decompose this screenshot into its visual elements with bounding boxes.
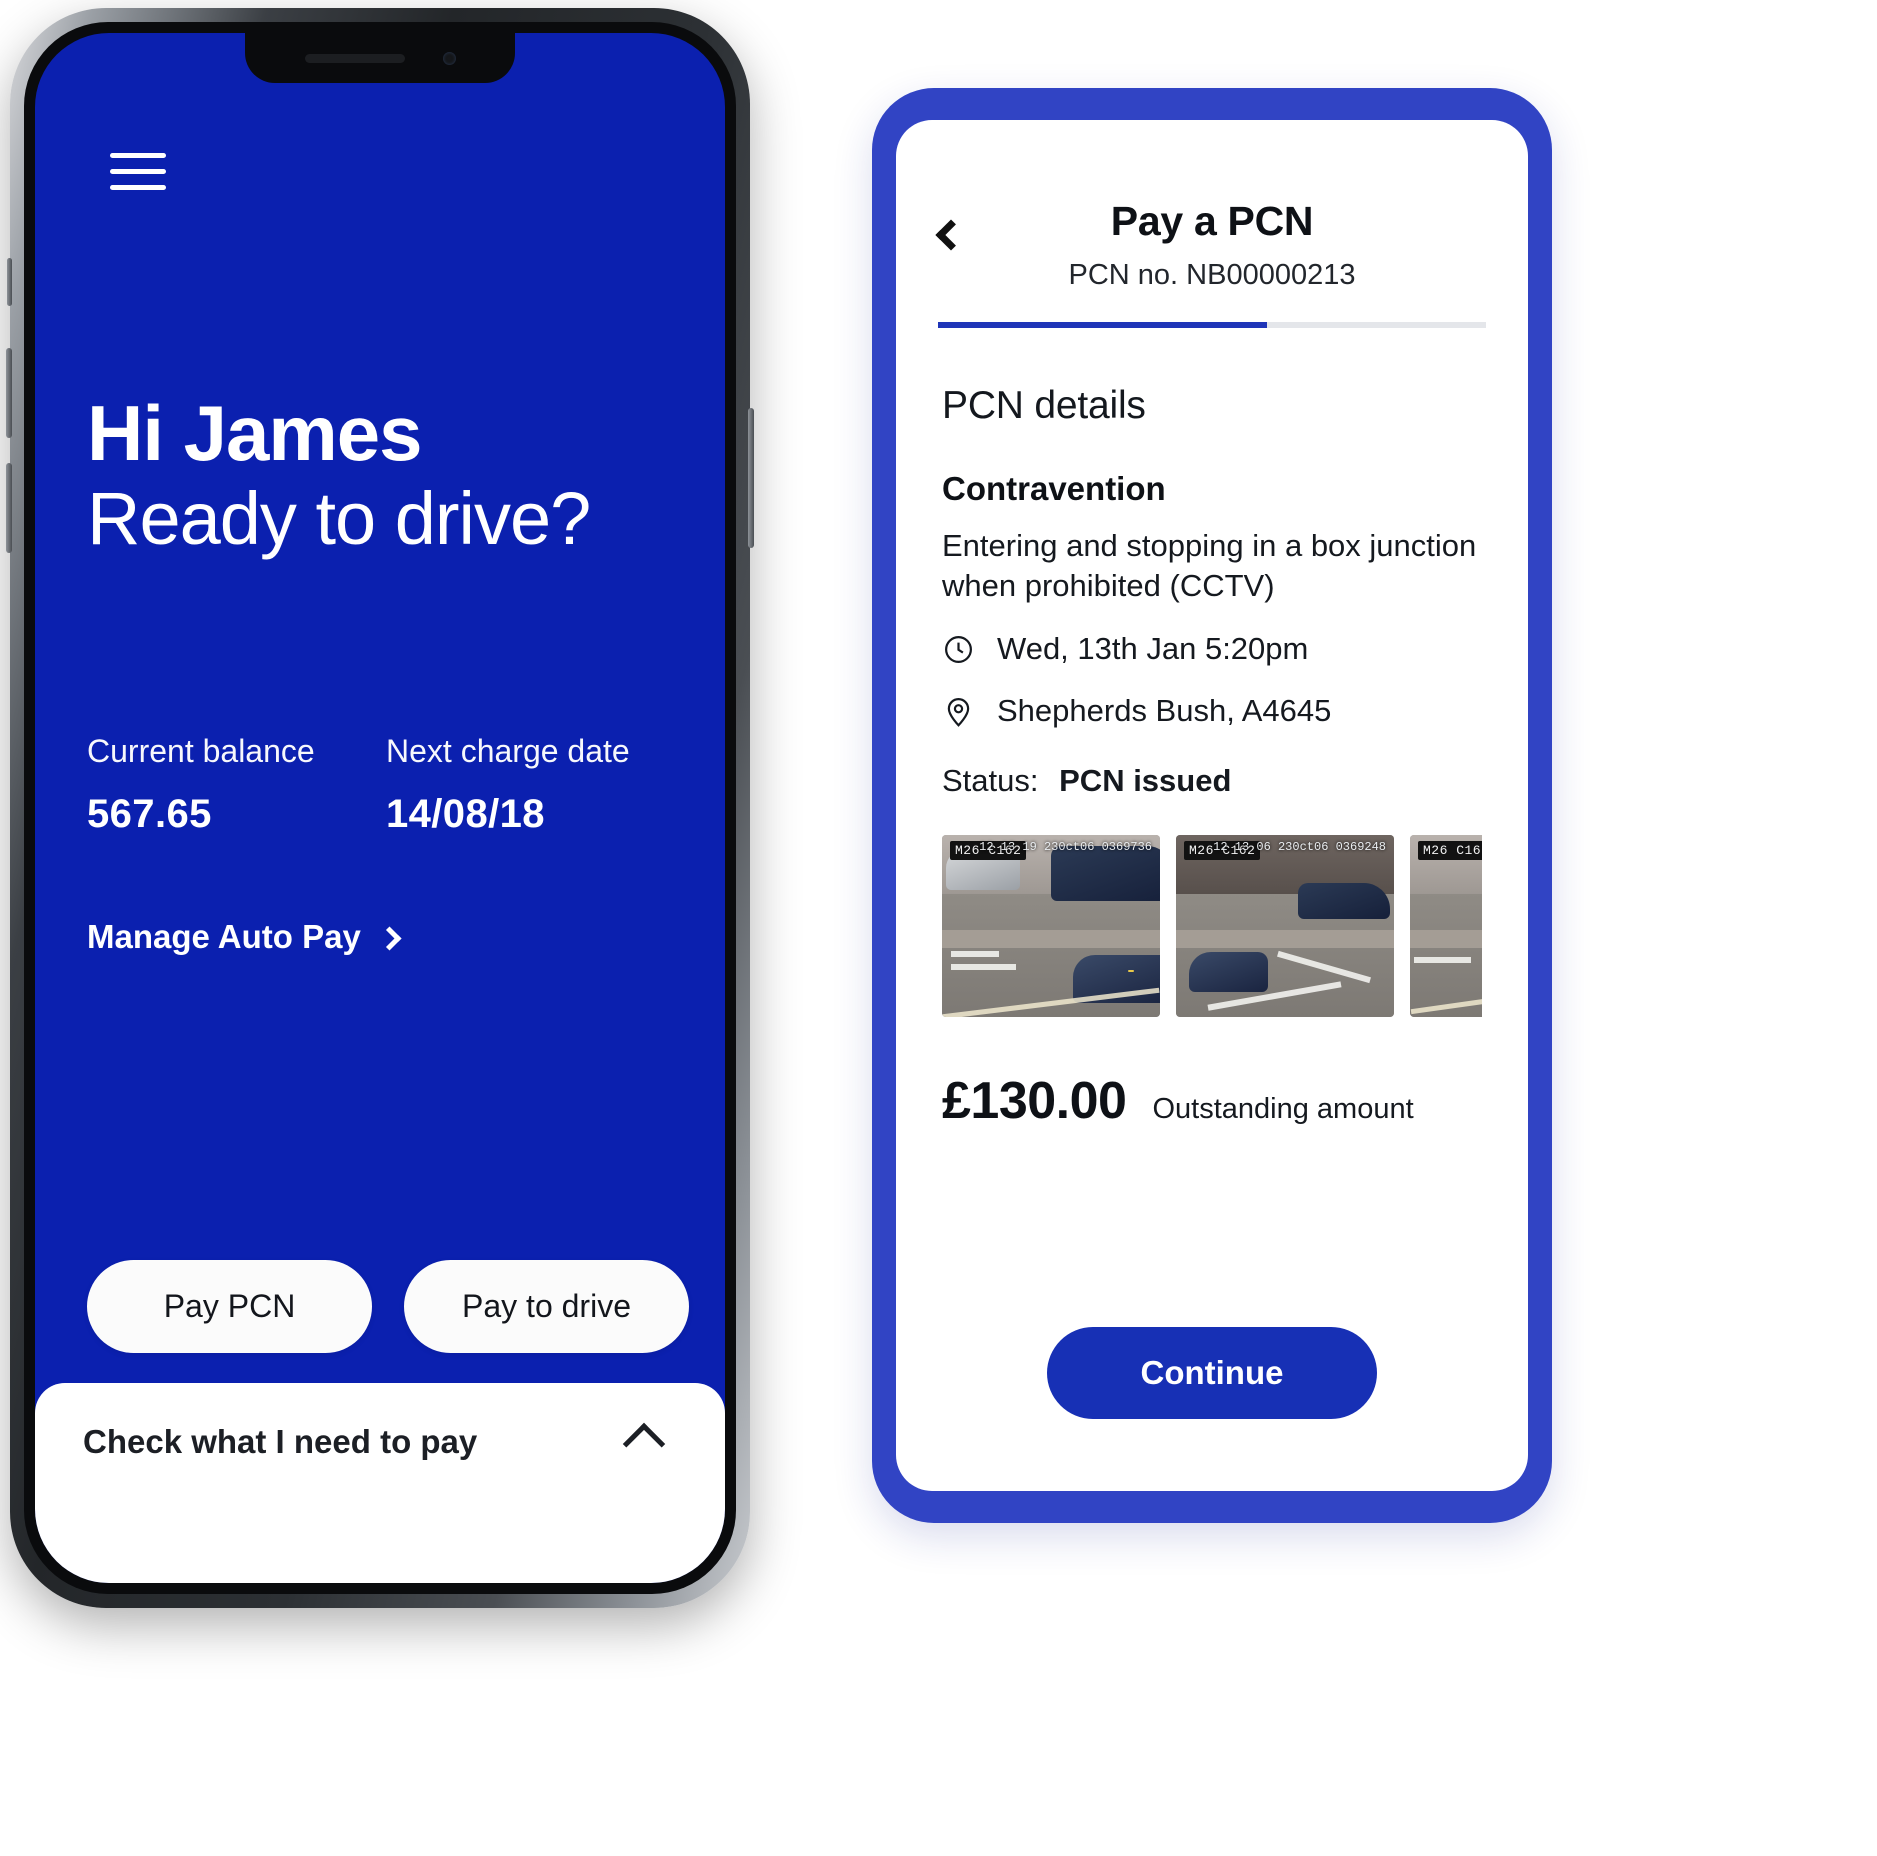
screenshot-stage: Hi James Ready to drive? Current balance… [0,0,1877,1856]
camera-id-overlay: M26 C162 [1418,841,1482,861]
bottom-sheet-title: Check what I need to pay [83,1423,478,1460]
home-screen: Hi James Ready to drive? Current balance… [35,33,725,1583]
thumb-pavement [942,930,1160,949]
map-pin-icon [947,697,970,727]
thumb-lane-marking [1414,956,1472,963]
thumb-lane-marking [950,951,999,958]
thumb-road [1410,893,1482,1018]
pcn-number: PCN no. NB00000213 [1068,259,1356,291]
evidence-thumbnail[interactable]: M26 C162 12 13 06 230ct06 0369248 [1176,835,1394,1018]
amount-row: £130.00 Outstanding amount [942,1071,1482,1131]
thumb-car-dark-top [1298,882,1390,920]
section-title-pcn-details: PCN details [942,384,1146,427]
screen-header: Pay a PCN PCN no. NB00000213 [896,120,1528,328]
chevron-right-icon [377,925,402,951]
phone-bezel-left: Hi James Ready to drive? Current balance… [24,22,736,1594]
account-stats: Current balance 567.65 Next charge date … [87,733,685,837]
check-what-i-need-to-pay-sheet[interactable]: Check what I need to pay [35,1383,725,1583]
stat-next-charge-date: Next charge date 14/08/18 [386,733,685,837]
clock-icon [945,635,972,663]
power-button[interactable] [748,408,754,548]
manage-auto-pay-link[interactable]: Manage Auto Pay [87,918,402,956]
timestamp-overlay: 12 13 19 230ct06 0369736 [979,840,1152,855]
menu-bar-3 [110,185,166,190]
front-camera-icon [442,51,456,65]
next-charge-date-value: 14/08/18 [386,792,545,836]
contravention-description: Entering and stopping in a box junction … [942,528,1477,603]
outstanding-amount-label: Outstanding amount [1152,1093,1414,1126]
hamburger-menu-icon[interactable] [110,153,166,190]
continue-button-wrap: Continue [896,1327,1528,1419]
datetime-text: Wed, 13th Jan 5:20pm [997,631,1309,667]
volume-down-button[interactable] [6,463,12,553]
thumb-pavement [1176,930,1394,949]
phone-device-right: Pay a PCN PCN no. NB00000213 PCN details… [872,88,1552,1523]
stat-current-balance: Current balance 567.65 [87,733,386,837]
menu-bar-2 [110,169,166,174]
earpiece-speaker [304,53,405,63]
pay-pcn-button[interactable]: Pay PCN [87,1260,372,1353]
continue-button[interactable]: Continue [1047,1327,1377,1419]
evidence-thumbnail-list[interactable]: M26 C162 12 13 19 230ct06 0369736 M26 C1… [942,835,1482,1018]
manage-auto-pay-label: Manage Auto Pay [87,918,361,955]
primary-actions: Pay PCN Pay to drive [87,1260,689,1353]
pay-a-pcn-screen: Pay a PCN PCN no. NB00000213 PCN details… [896,120,1528,1491]
status-label: Status: [942,763,1039,799]
timestamp-overlay: 12 13 06 230ct06 0369248 [1213,840,1386,855]
greeting-block: Hi James Ready to drive? [87,389,685,561]
pcn-details-body: PCN details Contravention Entering and s… [896,328,1528,1491]
home-content: Hi James Ready to drive? Current balance… [35,33,725,1583]
mute-switch[interactable] [7,258,12,306]
status-badge: PCN issued [1059,763,1232,799]
pay-to-drive-button[interactable]: Pay to drive [404,1260,689,1353]
page-title: Pay a PCN [1110,198,1314,244]
location-text: Shepherds Bush, A4645 [997,693,1332,729]
device-notch [245,33,515,83]
greeting-question: Ready to drive? [87,477,591,561]
thumb-lane-marking [950,964,1017,971]
next-charge-date-label: Next charge date [386,733,630,769]
outstanding-amount-value: £130.00 [942,1072,1127,1131]
menu-bar-1 [110,153,166,158]
thumb-plate [1127,969,1134,972]
evidence-thumbnail[interactable]: M26 C162 12 13 19 230ct06 0369736 [942,835,1160,1018]
current-balance-value: 567.65 [87,792,212,836]
chevron-up-icon[interactable] [622,1422,666,1466]
volume-up-button[interactable] [6,348,12,438]
status-row: Status: PCN issued [942,763,1482,799]
current-balance-label: Current balance [87,733,315,769]
greeting-name: Hi James [87,389,423,477]
contravention-label: Contravention [942,470,1166,507]
phone-device-left: Hi James Ready to drive? Current balance… [6,8,754,1608]
thumb-car-dark-bottom [1189,951,1268,992]
datetime-row: Wed, 13th Jan 5:20pm [942,631,1482,667]
thumb-pavement [1410,930,1482,949]
evidence-thumbnail[interactable]: M26 C162 [1410,835,1482,1018]
location-row: Shepherds Bush, A4645 [942,693,1482,729]
